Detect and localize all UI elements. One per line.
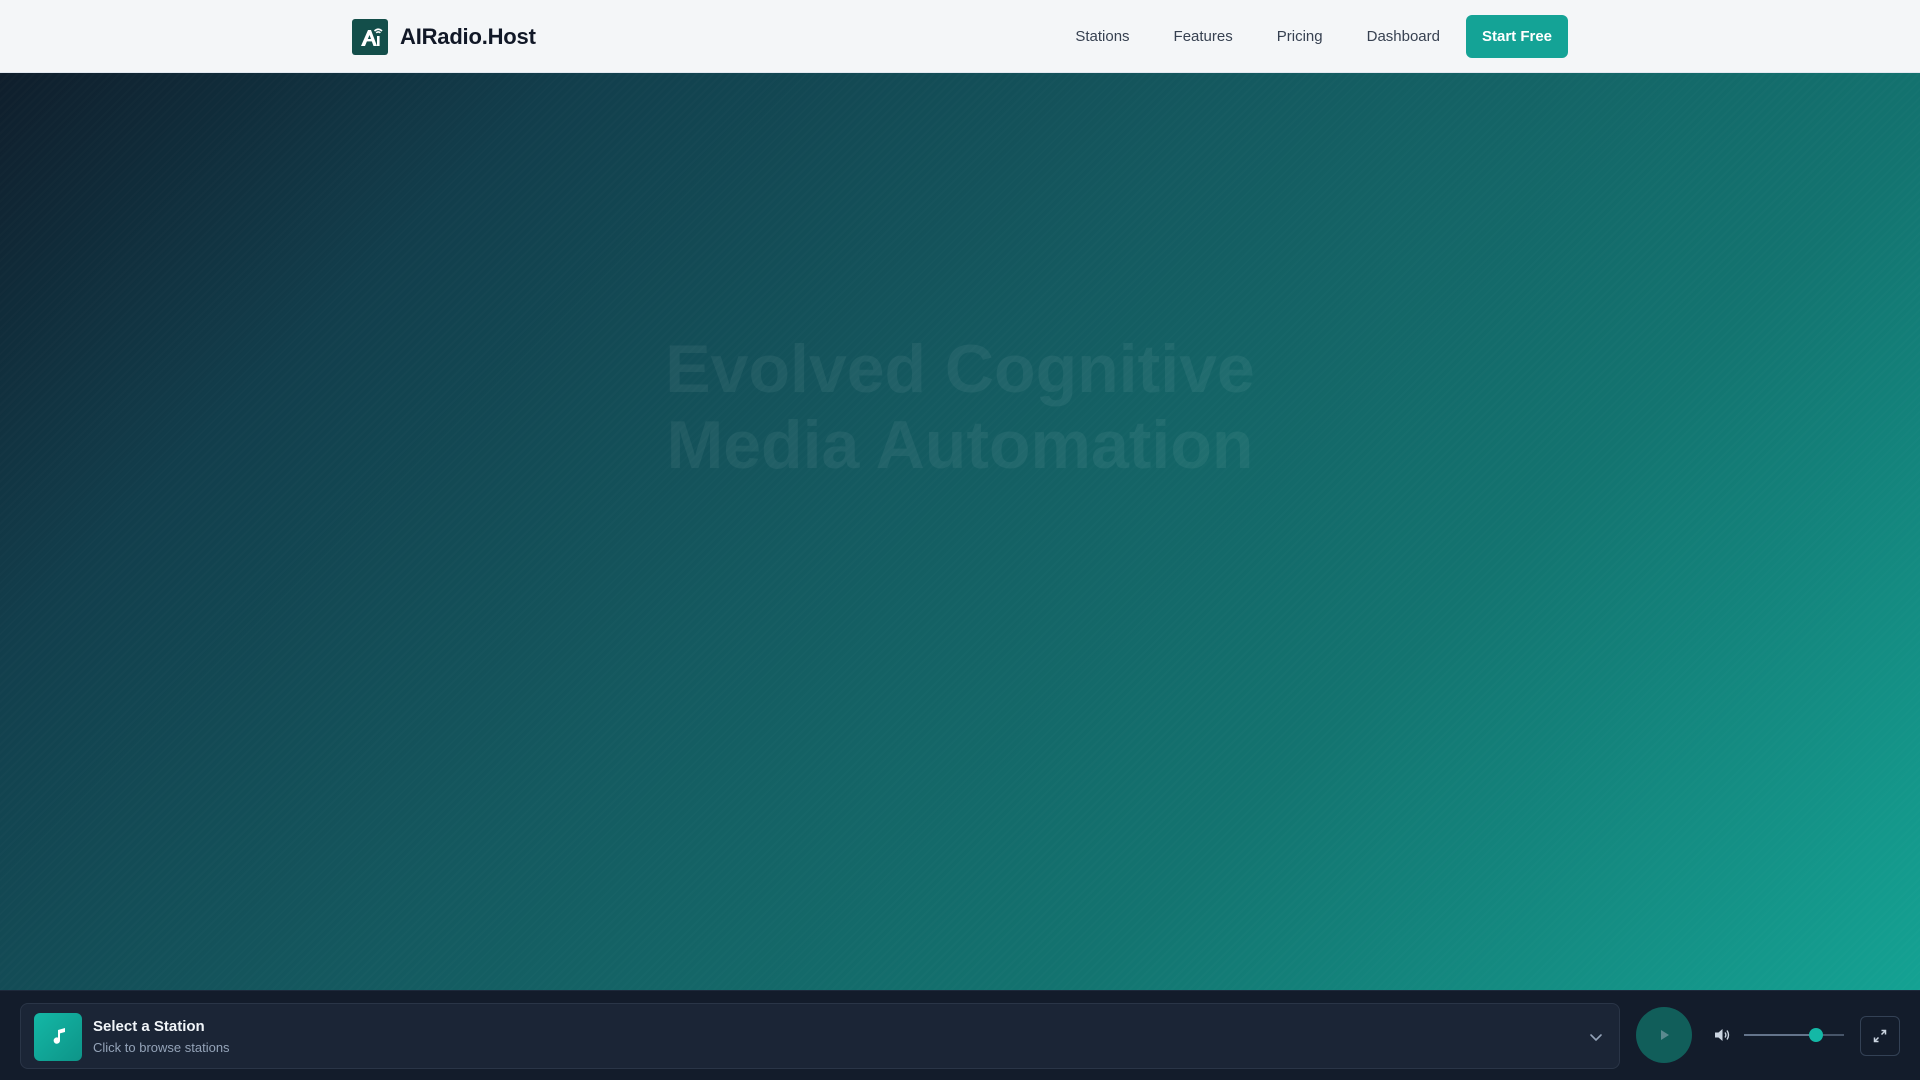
top-navbar: AIRadio.Host Stations Features Pricing D… [0, 0, 1920, 73]
expand-button[interactable] [1860, 1016, 1900, 1056]
nav-link-stations[interactable]: Stations [1075, 28, 1129, 45]
volume-slider[interactable] [1744, 1028, 1844, 1042]
play-button[interactable] [1636, 1007, 1692, 1063]
hero-title-line-2: Media Automation [666, 407, 1254, 483]
nav-link-pricing[interactable]: Pricing [1277, 28, 1323, 45]
play-icon [1661, 1030, 1669, 1040]
station-title: Select a Station [93, 1018, 205, 1035]
station-selector[interactable]: Select a Station Click to browse station… [20, 1003, 1620, 1069]
start-free-button[interactable]: Start Free [1466, 15, 1568, 58]
hero-title: Evolved Cognitive Media Automation [0, 331, 1920, 483]
hero-section: Evolved Cognitive Media Automation [0, 73, 1920, 990]
nav-links: Stations Features Pricing Dashboard Star… [1075, 15, 1568, 58]
music-note-icon [34, 1013, 82, 1061]
brand-logo-icon [352, 18, 388, 55]
chevron-down-icon[interactable] [1587, 1028, 1605, 1046]
nav-link-dashboard[interactable]: Dashboard [1367, 28, 1440, 45]
volume-fill [1744, 1034, 1816, 1036]
hero-title-line-1: Evolved Cognitive [665, 331, 1255, 407]
audio-player-bar: Select a Station Click to browse station… [0, 990, 1920, 1080]
nav-link-features[interactable]: Features [1174, 28, 1233, 45]
brand-name: AIRadio.Host [400, 23, 536, 49]
volume-icon[interactable] [1712, 1025, 1732, 1045]
expand-icon [1873, 1029, 1887, 1043]
station-subtitle: Click to browse stations [93, 1040, 230, 1055]
brand[interactable]: AIRadio.Host [352, 18, 536, 55]
volume-thumb[interactable] [1809, 1028, 1823, 1042]
navbar-inner: AIRadio.Host Stations Features Pricing D… [352, 0, 1568, 73]
